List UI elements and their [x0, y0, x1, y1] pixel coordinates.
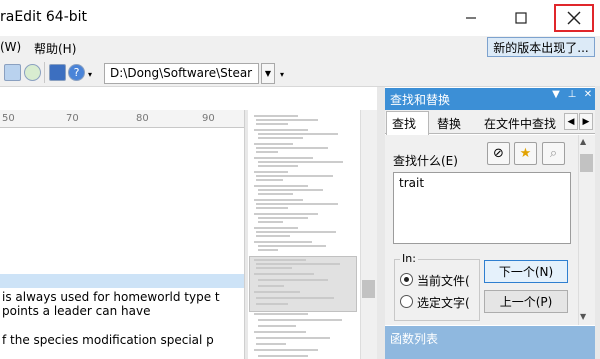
scroll-down-icon[interactable]: ▼ [580, 312, 586, 321]
editor-line[interactable]: is always used for homeworld type t [2, 290, 220, 304]
radio-selected-dot [404, 277, 409, 282]
window-title: raEdit 64-bit [0, 9, 88, 25]
scope-label: In: [400, 252, 418, 265]
ruler-tick: 70 [66, 113, 79, 124]
scope-selection-radio[interactable] [400, 295, 413, 308]
minimize-icon [466, 17, 476, 19]
panel-menu-icon[interactable]: ▼ [550, 89, 562, 100]
scope-selection-label[interactable]: 选定文字( [417, 294, 479, 311]
scrollbar-thumb[interactable] [580, 154, 593, 172]
editor-line[interactable]: points a leader can have [2, 304, 150, 318]
find-previous-button[interactable]: 上一个(P) [484, 290, 568, 313]
tab-find[interactable]: 查找 [392, 115, 416, 132]
path-dropdown[interactable]: D:\Dong\Software\Stear [104, 63, 259, 84]
ruler-tick: 50 [2, 113, 15, 124]
panel-splitter[interactable] [377, 87, 385, 359]
chevron-left-icon[interactable]: ◀ [564, 113, 578, 130]
star-icon[interactable]: ★ [514, 142, 537, 165]
scope-current-file-radio[interactable] [400, 273, 413, 286]
find-what-label: 查找什么(E) [393, 154, 458, 168]
close-icon [567, 11, 581, 25]
scroll-up-icon[interactable]: ▲ [580, 137, 586, 146]
scrollbar-thumb[interactable] [362, 280, 375, 298]
ruler-tick: 80 [136, 113, 149, 124]
close-button[interactable] [554, 4, 594, 32]
find-next-button[interactable]: 下一个(N) [484, 260, 568, 283]
scope-current-file-label[interactable]: 当前文件( [417, 272, 479, 289]
toolbar-overflow-icon[interactable]: ▾ [88, 70, 92, 79]
editor-line[interactable]: f the species modification special p [2, 333, 214, 347]
current-line-highlight [0, 274, 244, 288]
minimize-button-glyph[interactable] [448, 0, 494, 36]
toolbar-divider [44, 62, 45, 83]
editor-area[interactable] [0, 128, 244, 359]
find-what-input[interactable]: trait [393, 172, 571, 244]
pin-icon[interactable]: ⊥ [566, 89, 578, 100]
chevron-right-icon[interactable]: ▶ [579, 113, 593, 130]
tab-find-in-files[interactable]: 在文件中查找 [484, 115, 556, 132]
maximize-icon [515, 12, 527, 24]
help-icon[interactable]: ? [68, 64, 85, 81]
minimap-text-preview [254, 115, 343, 357]
search-icon[interactable]: ⌕ [542, 142, 565, 165]
scope-group [394, 259, 480, 321]
update-notice-link[interactable]: 新的版本出现了... [487, 37, 595, 57]
window-edge [595, 86, 600, 359]
close-icon[interactable]: ✕ [582, 89, 594, 100]
refresh-icon[interactable] [24, 64, 41, 81]
column-ruler: 50 70 80 90 [0, 110, 244, 128]
chevron-down-icon[interactable]: ▼ [261, 63, 275, 84]
minimap[interactable] [248, 110, 360, 359]
list-icon[interactable] [49, 64, 66, 81]
regex-icon[interactable]: ⊘ [487, 142, 510, 165]
view-icon[interactable] [4, 64, 21, 81]
menu-help[interactable]: 帮助(H) [34, 40, 76, 57]
menu-window[interactable]: (W) [0, 40, 21, 54]
minimap-viewport[interactable] [249, 256, 357, 312]
minimap-scrollbar[interactable] [360, 110, 377, 359]
toolbar-overflow-icon-2[interactable]: ▾ [280, 70, 284, 79]
maximize-button[interactable] [498, 0, 544, 36]
tab-replace[interactable]: 替换 [437, 115, 461, 132]
ruler-tick: 90 [202, 113, 215, 124]
function-list-header[interactable]: 函数列表 [385, 326, 600, 359]
